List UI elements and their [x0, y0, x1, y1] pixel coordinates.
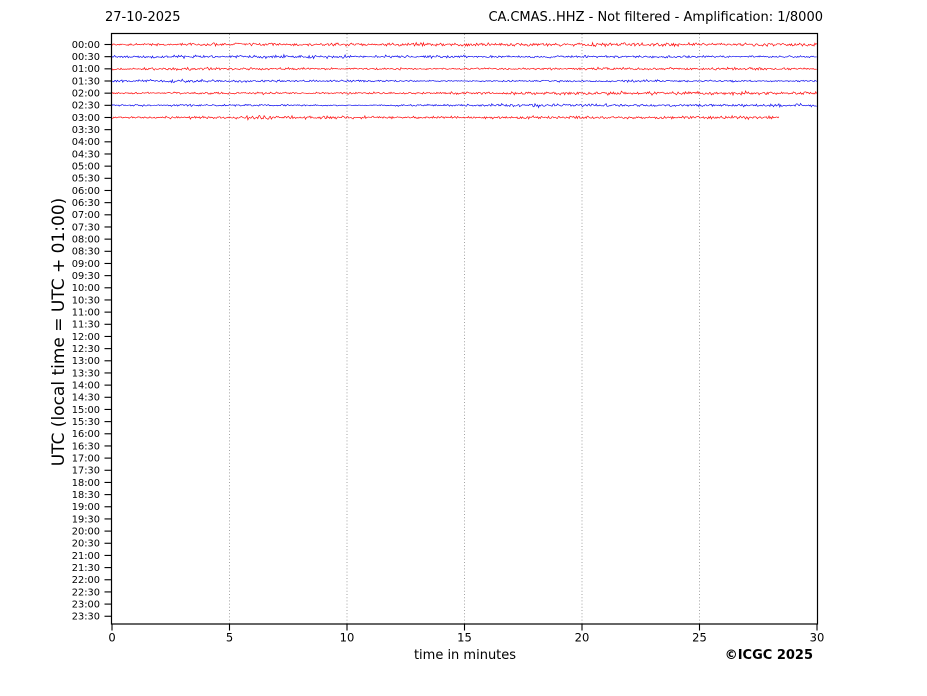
y-tick-label: 14:00: [72, 381, 100, 392]
y-tick-label: 15:30: [72, 417, 100, 428]
y-tick-label: 20:00: [72, 527, 100, 538]
helicorder-plot: 00:0000:3001:0001:30 02:0002:3003:0003:30…: [72, 32, 825, 645]
y-tick-label: 08:30: [72, 247, 100, 258]
y-tick-label: 11:00: [72, 308, 100, 319]
seismic-trace-0230: [111, 102, 817, 109]
seismic-trace-0300: [111, 114, 780, 121]
y-tick-label: 04:00: [72, 137, 100, 148]
x-tick-label: 10: [340, 631, 355, 645]
y-tick-label: 22:30: [72, 587, 100, 598]
y-tick-label: 23:00: [72, 599, 100, 610]
x-tick-label: 0: [108, 631, 115, 645]
y-tick-label: 23:30: [72, 612, 100, 623]
y-tick-label: 17:30: [72, 466, 100, 477]
helicorder-figure: 00:00 00:30 01:00 01:30 02:00 02:30 03:00 03:30…: [0, 0, 927, 696]
y-axis-label: UTC (local time = UTC + 01:00): [49, 197, 69, 467]
y-tick-label: 16:00: [72, 429, 100, 440]
y-tick-label: 00:00: [72, 40, 100, 51]
y-tick-label: 19:30: [72, 514, 100, 525]
y-tick-label: 20:30: [72, 539, 100, 550]
copyright-label: ©ICGC 2025: [724, 648, 813, 663]
y-tick-label: 09:30: [72, 271, 100, 282]
y-tick-label: 15:00: [72, 405, 100, 416]
x-tick-label: 30: [810, 631, 825, 645]
y-tick-label: 10:30: [72, 295, 100, 306]
x-axis-label: time in minutes: [413, 648, 517, 663]
y-tick-label: 05:30: [72, 174, 100, 185]
y-tick-label: 09:00: [72, 259, 100, 270]
y-tick-label: 04:30: [72, 149, 100, 160]
y-tick-label: 10:00: [72, 283, 100, 294]
y-tick-label: 21:30: [72, 563, 100, 574]
y-tick-label: 22:00: [72, 575, 100, 586]
y-tick-label: 16:30: [72, 441, 100, 452]
y-tick-label: 13:30: [72, 368, 100, 379]
x-tick-label: 20: [575, 631, 590, 645]
y-tick-label: 03:00: [72, 113, 100, 124]
y-tick-label: 03:30: [72, 125, 100, 136]
y-tick-label: 12:30: [72, 344, 100, 355]
y-tick-label: 01:00: [72, 64, 100, 75]
y-tick-label: 01:30: [72, 76, 100, 87]
y-tick-label: 18:00: [72, 478, 100, 489]
y-tick-label: 02:00: [72, 89, 100, 100]
y-tick-label: 19:00: [72, 502, 100, 513]
y-tick-label: 02:30: [72, 101, 100, 112]
y-tick-label: 07:30: [72, 222, 100, 233]
x-tick-label: 25: [692, 631, 707, 645]
y-tick-label: 13:00: [72, 356, 100, 367]
y-tick-label: 12:00: [72, 332, 100, 343]
plot-title: CA.CMAS..HHZ - Not filtered - Amplificat…: [488, 10, 823, 25]
y-tick-label: 21:00: [72, 551, 100, 562]
y-tick-label: 06:30: [72, 198, 100, 209]
x-tick-label: 15: [457, 631, 472, 645]
y-tick-label: 00:30: [72, 52, 100, 63]
y-tick-label: 08:00: [72, 235, 100, 246]
y-tick-label: 11:30: [72, 320, 100, 331]
y-tick-label: 06:00: [72, 186, 100, 197]
y-tick-label: 05:00: [72, 162, 100, 173]
y-tick-label: 07:00: [72, 210, 100, 221]
y-tick-label: 17:00: [72, 454, 100, 465]
y-tick-label: 18:30: [72, 490, 100, 501]
seismic-trace-0000: [111, 41, 817, 48]
date-label: 27-10-2025: [105, 10, 181, 25]
y-tick-label: 14:30: [72, 393, 100, 404]
x-tick-label: 5: [226, 631, 233, 645]
